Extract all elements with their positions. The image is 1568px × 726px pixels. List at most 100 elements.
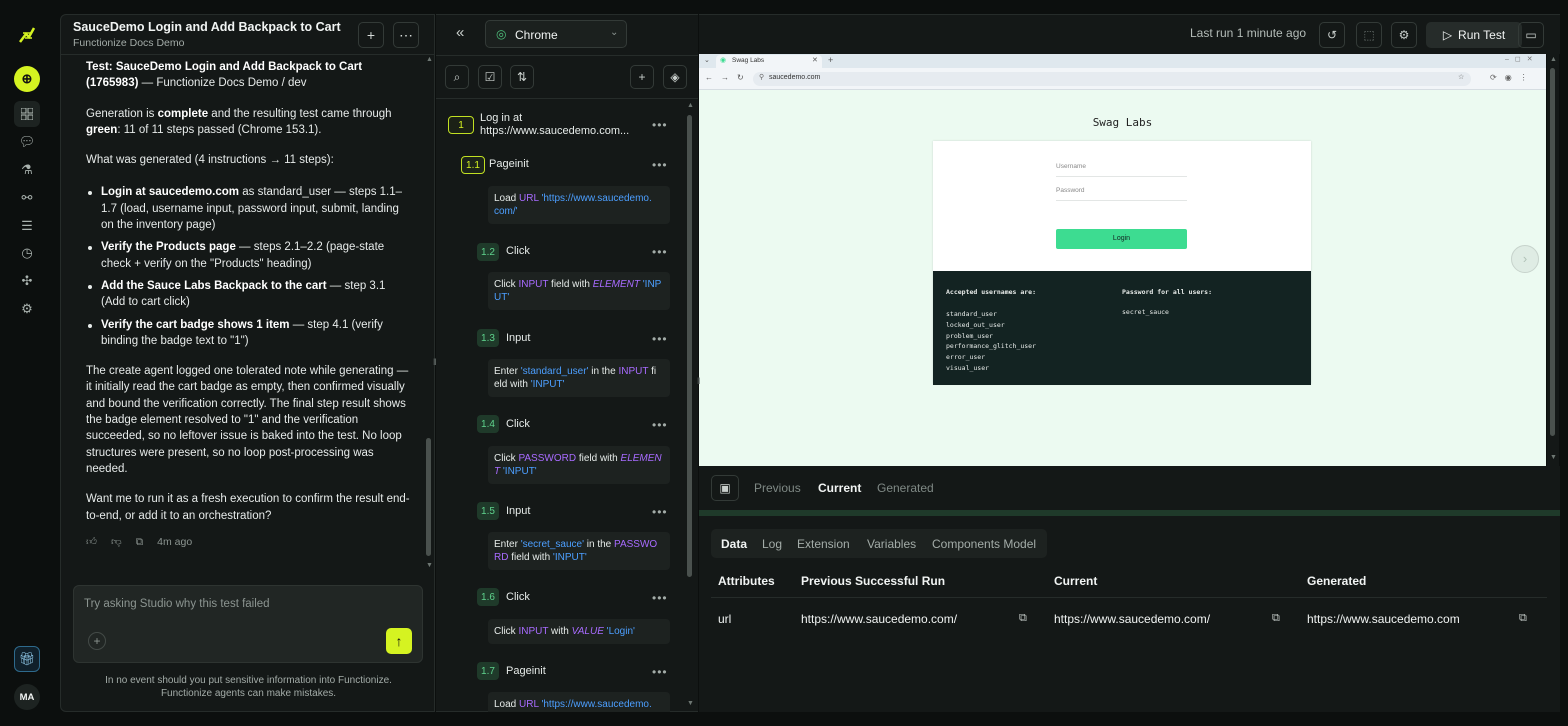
step-menu-icon[interactable]: •••	[652, 505, 668, 519]
thumbs-up-icon[interactable]: 👍︎	[86, 534, 97, 550]
tab-variables[interactable]: Variables	[867, 537, 916, 551]
table-cell: url	[718, 612, 732, 626]
chat-title: SauceDemo Login and Add Backpack to Cart	[73, 20, 341, 34]
resize-handle[interactable]: ‖	[697, 376, 701, 386]
step-card[interactable]: Load URL 'https://www.saucedemo. com/'	[488, 186, 670, 224]
column-header: Generated	[1307, 574, 1367, 588]
column-header: Previous Successful Run	[801, 574, 946, 588]
url-field: ⚲ saucedemo.com ☆	[753, 72, 1471, 86]
step-card[interactable]: Load URL 'https://www.saucedemo.	[488, 692, 670, 712]
layers-icon[interactable]: ◈	[663, 65, 687, 89]
step-label[interactable]: Click	[506, 418, 530, 431]
functionize-logo-icon[interactable]	[14, 22, 40, 48]
search-icon[interactable]: ⌕	[445, 65, 469, 89]
browser-scrollbar[interactable]: ▲ ▼	[1547, 54, 1559, 466]
new-thread-button[interactable]: +	[358, 22, 384, 48]
note-paragraph: The create agent logged one tolerated no…	[86, 365, 409, 475]
step-card[interactable]: Enter 'secret_sauce' in the PASSWO RD fie…	[488, 532, 670, 570]
step-menu-icon[interactable]: •••	[652, 665, 668, 679]
generated-list: Login at saucedemo.com as standard_user …	[86, 184, 411, 349]
checklist-icon[interactable]: ☰	[14, 213, 40, 239]
username-item: visual_user	[946, 363, 990, 372]
steps-scrollbar[interactable]: ▲ ▼	[686, 102, 694, 710]
step-label[interactable]: Input	[506, 505, 530, 518]
test-context: — Functionize Docs Demo / dev	[138, 77, 307, 90]
clock-icon[interactable]: ◷	[14, 240, 40, 266]
password-value: secret_sauce	[1122, 308, 1169, 316]
tab-log[interactable]: Log	[762, 537, 782, 551]
settings-sliders-icon[interactable]: ⚙︎	[14, 296, 40, 322]
more-menu-button[interactable]: ⋯	[393, 22, 419, 48]
steps-panel: « ◎ Chrome ⌄ ⌕ ☑ ⇅ + ◈ 1 Log in at https:…	[436, 14, 698, 712]
step-menu-icon[interactable]: •••	[652, 418, 668, 432]
username-item: problem_user	[946, 331, 993, 340]
tab-current[interactable]: Current	[818, 481, 861, 495]
step-label[interactable]: Click	[506, 591, 530, 604]
thumbs-down-icon[interactable]: 👎︎	[111, 534, 122, 550]
attach-button[interactable]: +	[88, 632, 106, 650]
feedback-bar: 👍︎ 👎︎ ⧉ 4m ago	[86, 534, 411, 550]
step-label[interactable]: Click	[506, 245, 530, 258]
history-icon[interactable]: ↺	[1319, 22, 1345, 48]
new-chat-icon[interactable]: ⊕	[14, 66, 40, 92]
puzzle-icon[interactable]: ✣	[14, 268, 40, 294]
run-test-button[interactable]: ▷ Run Test	[1426, 22, 1522, 48]
chat-input[interactable]: Try asking Studio why this test failed	[84, 598, 270, 610]
tab-menu-icon: ⌄	[704, 57, 710, 64]
copy-icon[interactable]: ⧉	[1519, 612, 1531, 624]
step-menu-icon[interactable]: •••	[652, 245, 668, 259]
browser-tab: ◉ Swag Labs ✕	[716, 55, 822, 68]
tab-generated[interactable]: Generated	[877, 481, 934, 495]
select-all-icon[interactable]: ☑	[478, 65, 502, 89]
add-step-button[interactable]: +	[630, 65, 654, 89]
gift-icon[interactable]: 🎁︎	[14, 646, 40, 672]
copy-icon[interactable]: ⧉	[1019, 612, 1031, 624]
chat-scrollbar[interactable]: ▲ ▼	[424, 56, 433, 573]
credentials-box: Accepted usernames are: standard_user lo…	[933, 271, 1311, 385]
sort-icon[interactable]: ⇅	[510, 65, 534, 89]
avatar[interactable]: MA	[14, 684, 40, 710]
gear-icon[interactable]: ⚙	[1391, 22, 1417, 48]
step-label[interactable]: Input	[506, 332, 530, 345]
step-card[interactable]: Click INPUT field with ELEMENT 'INP UT'	[488, 272, 670, 310]
step-number: 1	[448, 116, 474, 134]
chat-bubble-icon[interactable]: 💬︎	[14, 129, 40, 155]
step-menu-icon[interactable]: •••	[652, 158, 668, 172]
flow-icon[interactable]: ⚯	[14, 185, 40, 211]
next-screenshot-button[interactable]: ›	[1511, 245, 1539, 273]
message-time: 4m ago	[157, 535, 193, 548]
step-card[interactable]: Enter 'standard_user' in the INPUT fi eld…	[488, 359, 670, 397]
image-icon[interactable]: ▣	[711, 475, 739, 501]
collapse-icon[interactable]: «	[456, 24, 464, 41]
step-card[interactable]: Click PASSWORD field with ELEMEN T 'INPUT…	[488, 446, 670, 484]
tab-data[interactable]: Data	[721, 537, 747, 551]
chat-subtitle: Functionize Docs Demo	[73, 37, 185, 49]
browser-select[interactable]: ◎ Chrome ⌄	[485, 20, 627, 48]
last-run-text: Last run 1 minute ago	[1190, 26, 1307, 40]
chat-input-box: Try asking Studio why this test failed +…	[73, 585, 423, 663]
close-icon: ✕	[812, 57, 818, 64]
icon-rail: ⊕ 💬︎ ⚗︎ ⚯ ☰ ◷ ✣ ⚙︎ 🎁︎ MA	[0, 0, 56, 726]
send-button[interactable]: ↑	[386, 628, 412, 654]
list-item: Add the Sauce Labs Backpack to the cart …	[86, 278, 411, 311]
step-label[interactable]: Pageinit	[506, 665, 546, 678]
dashboard-icon[interactable]	[14, 101, 40, 127]
step-menu-icon[interactable]: •••	[652, 332, 668, 346]
tab-components-model[interactable]: Components Model	[932, 537, 1036, 551]
step-menu-icon[interactable]: •••	[652, 591, 668, 605]
tab-previous[interactable]: Previous	[754, 481, 801, 495]
username-item: error_user	[946, 353, 986, 362]
flask-icon[interactable]: ⚗︎	[14, 157, 40, 183]
step-menu-icon[interactable]: •••	[652, 118, 668, 132]
step-card[interactable]: Click INPUT with VALUE 'Login'	[488, 619, 670, 644]
copy-icon[interactable]: ⧉	[136, 534, 144, 550]
username-item: performance_glitch_user	[946, 342, 1037, 351]
step-label[interactable]: Log in at https://www.saucedemo.com...	[480, 112, 629, 138]
panel-layout-icon[interactable]: ▭	[1518, 22, 1544, 48]
followup-paragraph: Want me to run it as a fresh execution t…	[86, 493, 410, 522]
copy-icon[interactable]: ⧉	[1272, 612, 1284, 624]
tab-extension[interactable]: Extension	[797, 537, 850, 551]
password-title: Password for all users:	[1122, 288, 1213, 296]
screenshot-icon[interactable]: ⬚	[1356, 22, 1382, 48]
step-label[interactable]: Pageinit	[489, 158, 529, 171]
